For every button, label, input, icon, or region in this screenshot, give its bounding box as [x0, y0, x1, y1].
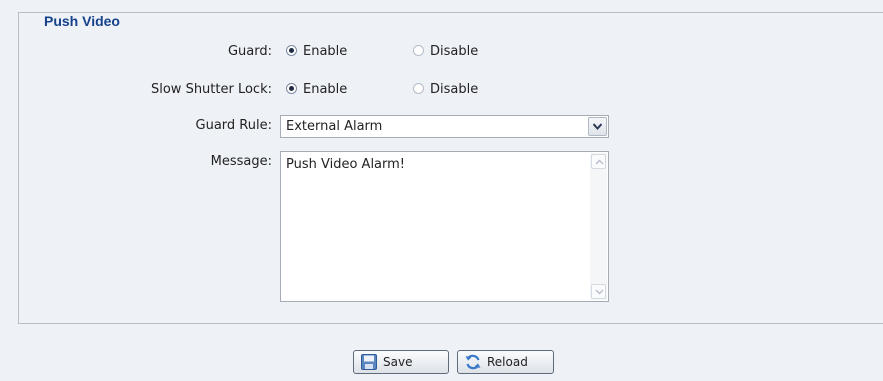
guard-enable-label: Enable — [303, 44, 348, 59]
reload-icon — [464, 353, 482, 371]
guard-rule-label: Guard Rule: — [195, 118, 272, 133]
push-video-panel: Push Video Guard: Enable Disable Slow Sh… — [0, 0, 883, 381]
radio-unselected-icon[interactable] — [413, 83, 424, 94]
save-button-label: Save — [383, 355, 413, 369]
message-textarea[interactable]: Push Video Alarm! — [280, 151, 609, 302]
floppy-disk-icon — [360, 353, 378, 371]
scroll-up-button[interactable] — [591, 154, 606, 169]
reload-button-label: Reload — [487, 355, 528, 369]
chevron-down-icon — [593, 123, 602, 130]
scroll-down-icon — [595, 289, 604, 295]
radio-selected-icon[interactable] — [286, 45, 297, 56]
slow-shutter-disable-radio[interactable]: Disable — [413, 82, 478, 97]
dropdown-button[interactable] — [588, 117, 607, 136]
guard-label: Guard: — [227, 44, 272, 59]
slow-shutter-enable-label: Enable — [303, 82, 348, 97]
slow-shutter-disable-label: Disable — [430, 82, 479, 97]
guard-rule-value: External Alarm — [286, 119, 383, 134]
save-button[interactable]: Save — [353, 350, 449, 374]
button-bar: Save Reload — [0, 346, 883, 380]
slow-shutter-enable-radio[interactable]: Enable — [286, 82, 347, 97]
guard-disable-label: Disable — [430, 44, 479, 59]
group-title: Push Video — [38, 13, 126, 29]
guard-enable-radio[interactable]: Enable — [286, 44, 347, 59]
scroll-down-button[interactable] — [591, 284, 606, 299]
radio-unselected-icon[interactable] — [413, 45, 424, 56]
message-value: Push Video Alarm! — [286, 157, 406, 172]
guard-disable-radio[interactable]: Disable — [413, 44, 478, 59]
scroll-up-icon — [595, 159, 604, 165]
slow-shutter-row: Slow Shutter Lock: Enable Disable — [0, 80, 883, 104]
guard-rule-select[interactable]: External Alarm — [280, 115, 609, 138]
message-label: Message: — [210, 154, 272, 169]
message-scrollbar[interactable] — [590, 153, 607, 300]
radio-selected-icon[interactable] — [286, 83, 297, 94]
reload-button[interactable]: Reload — [457, 350, 554, 374]
slow-shutter-label: Slow Shutter Lock: — [150, 82, 272, 97]
guard-row: Guard: Enable Disable — [0, 42, 883, 66]
